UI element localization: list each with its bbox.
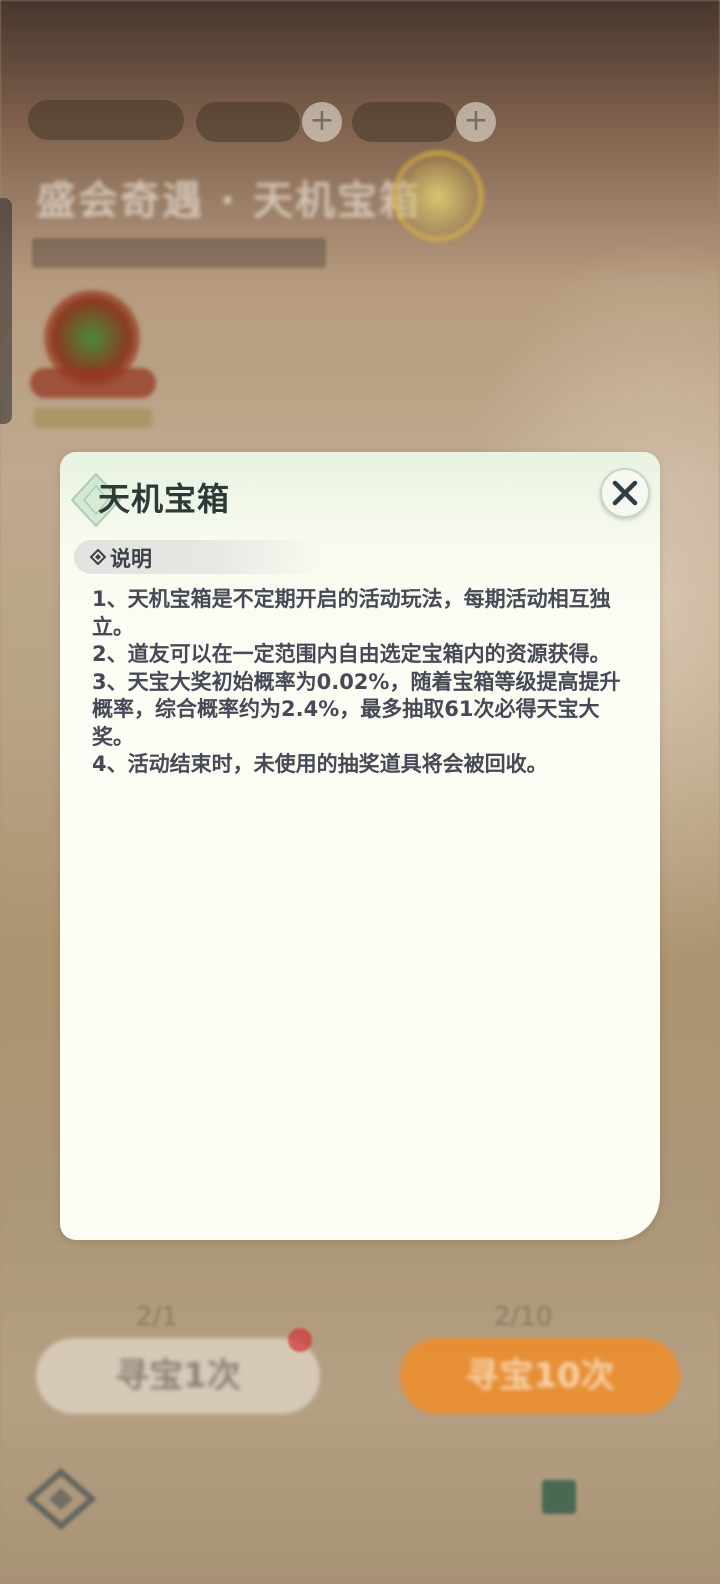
add-currency-1-button: + [302, 102, 342, 142]
currency-pill-1 [196, 102, 300, 142]
checkbox-icon [542, 1480, 576, 1514]
event-badge-icon [392, 150, 484, 242]
grand-prize-emblem [30, 290, 156, 450]
rule-item: 3、天宝大奖初始概率为0.02%，随着宝箱等级提高提升概率，综合概率约为2.4%… [92, 669, 621, 749]
draw-one-button: 寻宝1次 [36, 1338, 320, 1414]
event-time-bar [32, 238, 326, 268]
side-drawer-handle [0, 198, 12, 424]
draw-ten-button: 寻宝10次 [400, 1338, 680, 1414]
skip-animation-toggle [542, 1480, 674, 1516]
notification-dot [288, 1328, 312, 1352]
section-label: 说明 [110, 547, 152, 571]
close-button[interactable] [600, 468, 650, 518]
level-pill [28, 100, 184, 140]
rules-dialog: 天机宝箱 说明 1、天机宝箱是不定期开启的活动玩法，每期活动相互独立。 2、道友… [60, 452, 660, 1240]
currency-pill-2 [352, 102, 456, 142]
rule-item: 2、道友可以在一定范围内自由选定宝箱内的资源获得。 [92, 642, 611, 666]
section-header-description: 说明 [74, 540, 324, 574]
add-currency-2-button: + [456, 102, 496, 142]
event-title: 盛会奇遇 · 天机宝箱 [36, 178, 422, 224]
dialog-title: 天机宝箱 [98, 480, 231, 518]
rules-text: 1、天机宝箱是不定期开启的活动玩法，每期活动相互独立。 2、道友可以在一定范围内… [92, 586, 638, 779]
draw-one-cost: 2/1 [136, 1302, 178, 1332]
menu-diamond-icon [25, 1468, 97, 1530]
small-diamond-icon [90, 549, 106, 565]
draw-ten-cost: 2/10 [494, 1302, 553, 1332]
rule-item: 1、天机宝箱是不定期开启的活动玩法，每期活动相互独立。 [92, 587, 611, 639]
close-icon [612, 480, 638, 506]
rule-item: 4、活动结束时，未使用的抽奖道具将会被回收。 [92, 752, 548, 776]
